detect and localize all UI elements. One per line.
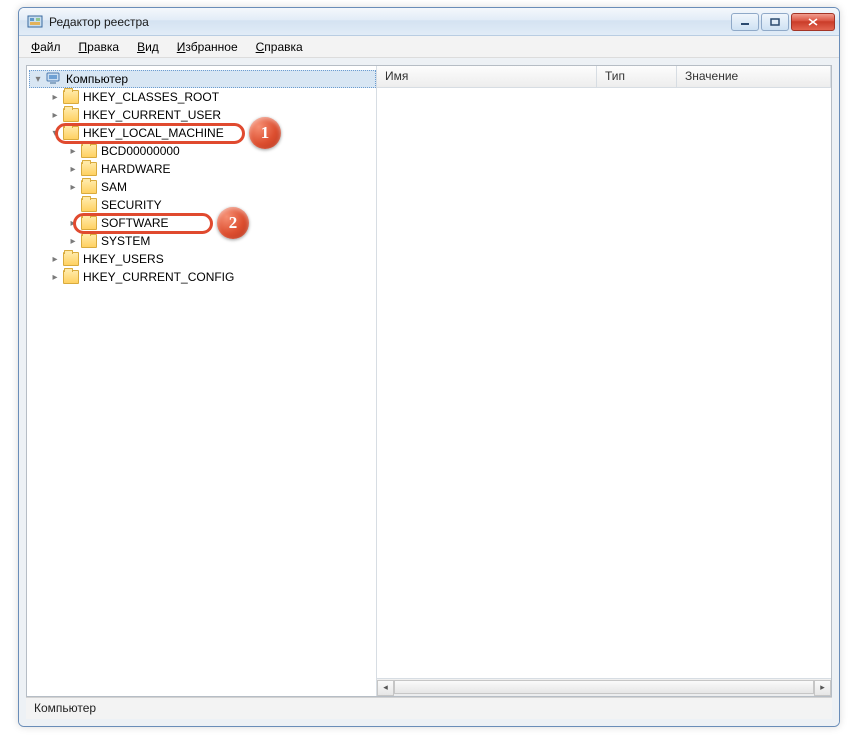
tree-node-hkcc[interactable]: ▸ HKEY_CURRENT_CONFIG bbox=[47, 268, 376, 286]
tree-node-hklm[interactable]: ▾ HKEY_LOCAL_MACHINE bbox=[47, 124, 376, 142]
expand-icon[interactable]: ▸ bbox=[49, 271, 61, 283]
horizontal-scrollbar[interactable]: ◂ ▸ bbox=[377, 678, 831, 696]
tree-label: HKEY_USERS bbox=[83, 252, 164, 266]
tree-node-system[interactable]: ▸ SYSTEM bbox=[65, 232, 376, 250]
list-pane: Имя Тип Значение ◂ ▸ bbox=[377, 66, 831, 696]
tree-label: BCD00000000 bbox=[101, 144, 180, 158]
column-header-type[interactable]: Тип bbox=[597, 66, 677, 87]
expand-icon[interactable]: ▸ bbox=[49, 109, 61, 121]
folder-icon bbox=[81, 198, 97, 212]
split-panes: ▾ Компьютер ▸ HKEY_CLASSES_ROOT bbox=[26, 65, 832, 697]
tree-label: SOFTWARE bbox=[101, 216, 169, 230]
statusbar: Компьютер bbox=[26, 697, 832, 719]
tree-node-hku[interactable]: ▸ HKEY_USERS bbox=[47, 250, 376, 268]
folder-icon bbox=[63, 252, 79, 266]
tree-label: HKEY_CURRENT_USER bbox=[83, 108, 221, 122]
expand-icon[interactable]: ▸ bbox=[67, 163, 79, 175]
folder-icon bbox=[63, 90, 79, 104]
menubar: Файл Правка Вид Избранное Справка bbox=[19, 36, 839, 58]
titlebar[interactable]: Редактор реестра bbox=[19, 8, 839, 36]
scroll-left-icon[interactable]: ◂ bbox=[377, 680, 394, 696]
tree-node-hkcu[interactable]: ▸ HKEY_CURRENT_USER bbox=[47, 106, 376, 124]
tree-node-bcd[interactable]: ▸ BCD00000000 bbox=[65, 142, 376, 160]
folder-icon bbox=[81, 162, 97, 176]
expand-icon[interactable]: ▸ bbox=[67, 217, 79, 229]
list-body[interactable] bbox=[377, 88, 831, 678]
annotation-marker-2: 2 bbox=[217, 207, 249, 239]
menu-edit[interactable]: Правка bbox=[71, 38, 128, 56]
column-header-name[interactable]: Имя bbox=[377, 66, 597, 87]
tree-label: SYSTEM bbox=[101, 234, 150, 248]
collapse-icon[interactable]: ▾ bbox=[49, 127, 61, 139]
menu-favorites[interactable]: Избранное bbox=[169, 38, 246, 56]
folder-icon bbox=[63, 270, 79, 284]
tree-node-computer[interactable]: ▾ Компьютер bbox=[29, 70, 376, 88]
annotation-marker-1: 1 bbox=[249, 117, 281, 149]
scroll-right-icon[interactable]: ▸ bbox=[814, 680, 831, 696]
expand-icon[interactable]: ▸ bbox=[49, 91, 61, 103]
tree-node-hardware[interactable]: ▸ HARDWARE bbox=[65, 160, 376, 178]
column-header-value[interactable]: Значение bbox=[677, 66, 831, 87]
collapse-icon[interactable]: ▾ bbox=[32, 73, 44, 85]
tree-label: SECURITY bbox=[101, 198, 162, 212]
client-area: ▾ Компьютер ▸ HKEY_CLASSES_ROOT bbox=[19, 58, 839, 726]
folder-icon bbox=[63, 108, 79, 122]
close-button[interactable] bbox=[791, 13, 835, 31]
scroll-track[interactable] bbox=[394, 680, 814, 696]
tree-pane[interactable]: ▾ Компьютер ▸ HKEY_CLASSES_ROOT bbox=[27, 66, 377, 696]
registry-editor-window: Редактор реестра Файл Правка Вид Избранн… bbox=[18, 7, 840, 727]
scroll-thumb[interactable] bbox=[394, 680, 814, 694]
tree-node-sam[interactable]: ▸ SAM bbox=[65, 178, 376, 196]
folder-icon bbox=[81, 144, 97, 158]
folder-icon bbox=[81, 234, 97, 248]
window-title: Редактор реестра bbox=[49, 15, 729, 29]
folder-icon bbox=[81, 216, 97, 230]
tree-node-hkcr[interactable]: ▸ HKEY_CLASSES_ROOT bbox=[47, 88, 376, 106]
folder-icon bbox=[63, 126, 79, 140]
computer-icon bbox=[46, 72, 62, 86]
expand-icon[interactable]: ▸ bbox=[49, 253, 61, 265]
tree-label: Компьютер bbox=[66, 72, 128, 86]
expand-icon[interactable]: ▸ bbox=[67, 145, 79, 157]
menu-file[interactable]: Файл bbox=[23, 38, 69, 56]
tree-label: HKEY_LOCAL_MACHINE bbox=[83, 126, 224, 140]
folder-icon bbox=[81, 180, 97, 194]
window-controls bbox=[729, 13, 835, 31]
maximize-button[interactable] bbox=[761, 13, 789, 31]
minimize-button[interactable] bbox=[731, 13, 759, 31]
regedit-icon bbox=[27, 14, 43, 30]
tree-label: HKEY_CURRENT_CONFIG bbox=[83, 270, 234, 284]
status-path: Компьютер bbox=[34, 701, 96, 715]
column-headers: Имя Тип Значение bbox=[377, 66, 831, 88]
tree-label: HKEY_CLASSES_ROOT bbox=[83, 90, 219, 104]
tree-label: HARDWARE bbox=[101, 162, 171, 176]
menu-help[interactable]: Справка bbox=[248, 38, 311, 56]
expand-icon[interactable]: ▸ bbox=[67, 181, 79, 193]
menu-view[interactable]: Вид bbox=[129, 38, 167, 56]
expand-icon[interactable]: ▸ bbox=[67, 235, 79, 247]
tree-label: SAM bbox=[101, 180, 127, 194]
